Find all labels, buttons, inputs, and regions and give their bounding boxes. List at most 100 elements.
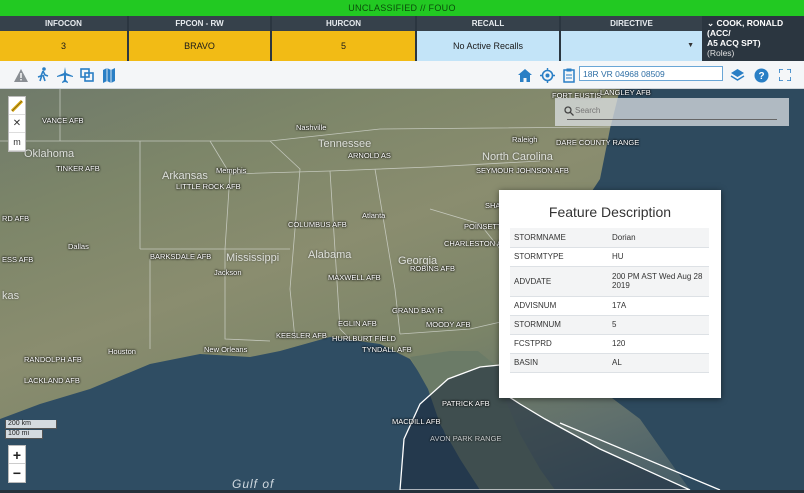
attr-value: 120	[608, 334, 709, 354]
infocon-value: 3	[0, 31, 127, 61]
map-label-maxwell[interactable]: MAXWELL AFB	[328, 273, 381, 282]
table-row: ADVDATE 200 PM AST Wed Aug 28 2019	[510, 266, 709, 297]
table-row: ADVISNUM 17A	[510, 296, 709, 316]
zoom-controls: + −	[8, 445, 26, 483]
map-label-tyndall[interactable]: TYNDALL AFB	[362, 345, 412, 354]
locate-icon[interactable]	[538, 66, 556, 84]
warning-icon[interactable]	[12, 66, 30, 84]
map-label-memphis: Memphis	[216, 166, 247, 175]
map-label-little-rock[interactable]: LITTLE ROCK AFB	[176, 182, 241, 191]
table-row: FCSTPRD 120	[510, 334, 709, 354]
infocon-cell: INFOCON 3	[0, 16, 129, 61]
fpcon-value: BRAVO	[129, 31, 270, 61]
map-label-moody[interactable]: MOODY AFB	[426, 320, 470, 329]
units-toggle[interactable]: m	[9, 133, 25, 151]
feature-attributes-table: STORMNAME Dorian STORMTYPE HU ADVDATE 20…	[510, 228, 709, 373]
map-label-ess-afb[interactable]: ESS AFB	[2, 255, 33, 264]
map-label-patrick[interactable]: PATRICK AFB	[442, 399, 490, 408]
map-search-underline	[567, 119, 777, 120]
map-label-columbus[interactable]: COLUMBUS AFB	[288, 220, 347, 229]
clipboard-icon[interactable]	[560, 66, 578, 84]
map-label-dare-county[interactable]: DARE COUNTY RANGE	[556, 138, 639, 147]
map-label-robins[interactable]: ROBINS AFB	[410, 264, 455, 273]
map-label-mississippi: Mississippi	[226, 252, 280, 264]
hurcon-value: 5	[272, 31, 415, 61]
mgrs-coordinate-input[interactable]	[579, 66, 723, 81]
table-row: STORMNAME Dorian	[510, 228, 709, 248]
map-label-nashville: Nashville	[296, 123, 327, 132]
map-label-arnold[interactable]: ARNOLD AS	[348, 151, 391, 160]
map-scale: 200 km 100 mi	[5, 420, 57, 440]
scale-km: 200 km	[5, 420, 57, 429]
attr-key: STORMNAME	[510, 228, 608, 248]
map-label-randolph[interactable]: RANDOLPH AFB	[24, 355, 82, 364]
attr-value: 200 PM AST Wed Aug 28 2019	[608, 266, 709, 297]
map-label-tinker[interactable]: TINKER AFB	[56, 164, 100, 173]
attr-key: FCSTPRD	[510, 334, 608, 354]
directive-cell[interactable]: DIRECTIVE ▼	[561, 16, 704, 61]
map-label-north-carolina: North Carolina	[482, 151, 553, 163]
recall-value: No Active Recalls	[417, 31, 559, 61]
map-label-rd-afb[interactable]: RD AFB	[2, 214, 29, 223]
attr-value: AL	[608, 353, 709, 373]
map-icon[interactable]	[100, 66, 118, 84]
map-label-atlanta: Atlanta	[362, 211, 386, 220]
map-label-oklahoma: Oklahoma	[24, 148, 75, 160]
hurcon-cell: HURCON 5	[272, 16, 417, 61]
attr-key: ADVISNUM	[510, 296, 608, 316]
search-icon	[564, 106, 574, 116]
user-roles: (Roles)	[707, 48, 735, 58]
feature-description-panel: Feature Description STORMNAME Dorian STO…	[499, 190, 721, 398]
map-search-box	[555, 98, 789, 126]
zoom-out-button[interactable]: −	[9, 464, 25, 482]
help-icon[interactable]: ?	[752, 66, 770, 84]
map-label-macdill[interactable]: MACDILL AFB	[392, 417, 441, 426]
directive-label: DIRECTIVE	[561, 16, 702, 31]
directive-select[interactable]: ▼	[561, 31, 702, 61]
fullscreen-icon[interactable]	[776, 66, 794, 84]
map-label-eglin[interactable]: EGLIN AFB	[338, 319, 377, 328]
user-menu[interactable]: ⌄ COOK, RONALD (ACC/ A5 ACQ SPT) (Roles)	[704, 16, 804, 61]
attr-key: ADVDATE	[510, 266, 608, 297]
attr-value: 5	[608, 315, 709, 335]
map-label-poinsett[interactable]: POINSETT	[464, 222, 502, 231]
map-label-seymour[interactable]: SEYMOUR JOHNSON AFB	[476, 166, 569, 175]
map-draw-tools: ✕ m	[8, 96, 26, 152]
map-label-kas: kas	[2, 290, 20, 302]
user-org: A5 ACQ SPT)	[707, 38, 761, 48]
map-label-langley[interactable]: LANGLEY AFB	[600, 89, 651, 97]
map-search-input[interactable]	[575, 103, 775, 117]
scale-mi: 100 mi	[5, 430, 43, 439]
user-name: COOK, RONALD (ACC/	[707, 18, 784, 38]
recall-cell[interactable]: RECALL No Active Recalls	[417, 16, 561, 61]
map-label-barksdale[interactable]: BARKSDALE AFB	[150, 252, 211, 261]
close-icon[interactable]: ✕	[9, 115, 25, 133]
fpcon-label: FPCON - RW	[129, 16, 270, 31]
ruler-icon[interactable]	[9, 97, 25, 115]
map-label-keesler[interactable]: KEESLER AFB	[276, 331, 327, 340]
map-label-lackland[interactable]: LACKLAND AFB	[24, 376, 80, 385]
layers-copy-icon[interactable]	[78, 66, 96, 84]
map-label-arkansas: Arkansas	[162, 170, 208, 182]
map-label-gulf-of: Gulf of	[232, 477, 275, 490]
map-label-grand-bay[interactable]: GRAND BAY R	[392, 306, 443, 315]
home-icon[interactable]	[516, 66, 534, 84]
map-label-alabama: Alabama	[308, 249, 352, 261]
person-walking-icon[interactable]	[34, 66, 52, 84]
attr-value: HU	[608, 247, 709, 267]
map-label-vance[interactable]: VANCE AFB	[42, 116, 84, 125]
map-label-dallas: Dallas	[68, 242, 89, 251]
map-label-hurlburt[interactable]: HURLBURT FIELD	[332, 334, 396, 343]
classification-banner: UNCLASSIFIED // FOUO	[0, 0, 804, 16]
attr-value: 17A	[608, 296, 709, 316]
map-label-raleigh: Raleigh	[512, 135, 538, 144]
map-label-houston: Houston	[108, 347, 136, 356]
map-label-tennessee: Tennessee	[318, 138, 372, 150]
svg-text:?: ?	[758, 71, 764, 82]
aircraft-icon[interactable]	[56, 66, 74, 84]
zoom-in-button[interactable]: +	[9, 446, 25, 464]
map-label-avon-park[interactable]: AVON PARK RANGE	[430, 434, 501, 443]
layers-icon[interactable]	[728, 66, 746, 84]
infocon-label: INFOCON	[0, 16, 127, 31]
attr-key: STORMNUM	[510, 315, 608, 335]
